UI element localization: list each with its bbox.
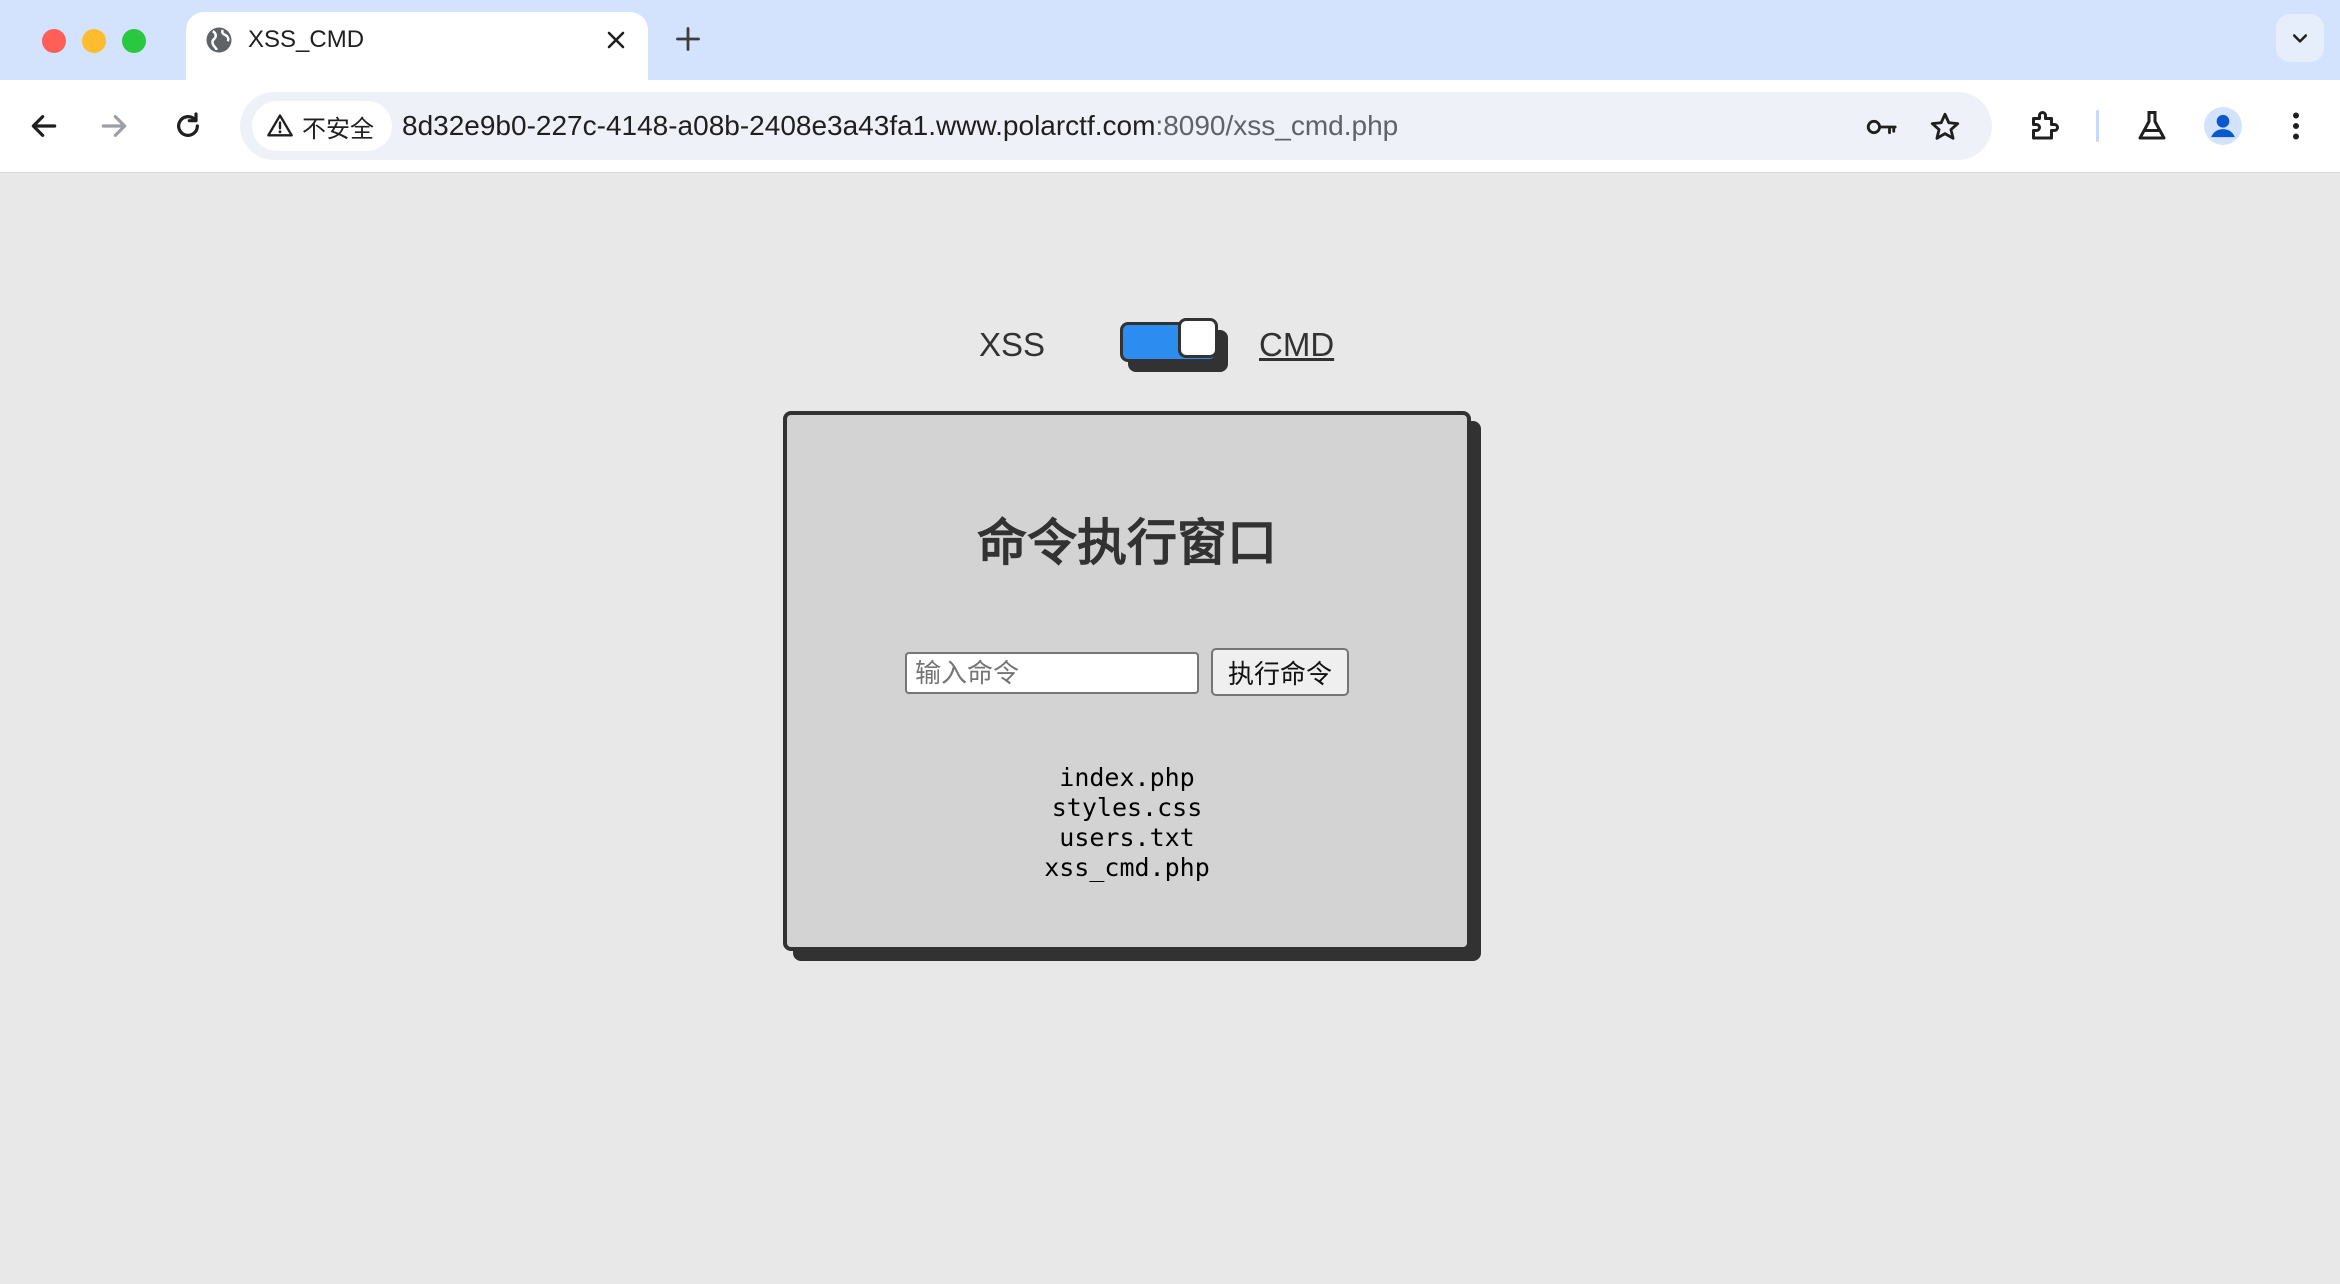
labs-flask-icon[interactable]	[2134, 108, 2170, 144]
globe-icon	[206, 27, 232, 53]
toolbar-separator	[2096, 110, 2099, 142]
output-line: index.php	[1059, 763, 1195, 792]
more-vertical-icon[interactable]	[2278, 108, 2314, 144]
output-line: styles.css	[1051, 793, 1203, 822]
back-arrow-icon[interactable]	[28, 110, 60, 142]
star-bookmark-icon[interactable]	[1928, 110, 1962, 144]
profile-avatar-icon[interactable]	[2204, 107, 2242, 145]
security-indicator[interactable]: 不安全	[252, 101, 392, 151]
browser-tab-active[interactable]: XSS_CMD	[186, 12, 648, 80]
toggle-label-cmd[interactable]: CMD	[1259, 326, 1334, 364]
execute-command-button[interactable]: 执行命令	[1211, 648, 1349, 696]
browser-toolbar: 不安全 8d32e9b0-227c-4148-a08b-2408e3a43fa1…	[0, 80, 2340, 173]
url-host: 8d32e9b0-227c-4148-a08b-2408e3a43fa1.www…	[402, 110, 1156, 141]
window-close-button[interactable]	[42, 29, 66, 53]
card-title: 命令执行窗口	[977, 515, 1277, 571]
command-window-card: 命令执行窗口 执行命令 index.php styles.css users.t…	[783, 411, 1471, 951]
tab-search-button[interactable]	[2276, 14, 2324, 62]
command-input[interactable]	[905, 652, 1199, 694]
toggle-knob[interactable]	[1178, 318, 1218, 358]
mode-toggle-switch[interactable]	[1120, 318, 1230, 374]
window-maximize-button[interactable]	[122, 29, 146, 53]
browser-tab-bar: XSS_CMD	[0, 0, 2340, 80]
url-text[interactable]: 8d32e9b0-227c-4148-a08b-2408e3a43fa1.www…	[402, 110, 1398, 142]
extensions-puzzle-icon[interactable]	[2026, 108, 2062, 144]
new-tab-plus-icon[interactable]	[674, 25, 702, 53]
output-line: xss_cmd.php	[1044, 853, 1210, 882]
command-output: index.php styles.css users.txt xss_cmd.p…	[787, 763, 1467, 883]
url-path: :8090/xss_cmd.php	[1155, 110, 1399, 141]
chevron-down-icon	[2292, 34, 2308, 43]
address-bar[interactable]: 不安全 8d32e9b0-227c-4148-a08b-2408e3a43fa1…	[240, 92, 1992, 160]
toggle-label-xss[interactable]: XSS	[979, 326, 1045, 364]
tab-close-icon[interactable]	[604, 28, 628, 52]
tab-title: XSS_CMD	[248, 26, 365, 53]
forward-arrow-icon[interactable]	[98, 110, 130, 142]
warning-triangle-icon	[267, 114, 293, 137]
security-label: 不安全	[302, 115, 374, 143]
output-line: users.txt	[1059, 823, 1195, 852]
key-icon[interactable]	[1864, 110, 1898, 144]
window-minimize-button[interactable]	[82, 29, 106, 53]
reload-icon[interactable]	[172, 110, 204, 142]
